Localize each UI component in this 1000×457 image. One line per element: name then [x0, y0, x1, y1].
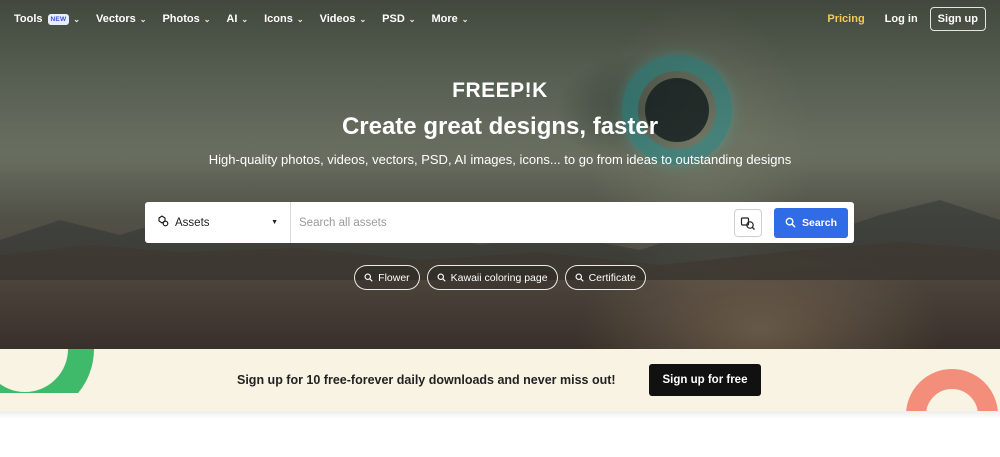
page: Tools NEW ⌄ Vectors ⌄ Photos ⌄ AI ⌄ Icon… [0, 0, 1000, 457]
chip-kawaii-coloring-page[interactable]: Kawaii coloring page [426, 265, 558, 290]
hero-subline: High-quality photos, videos, vectors, PS… [208, 152, 792, 167]
chevron-down-icon: ⌄ [203, 14, 211, 24]
image-search-button[interactable] [734, 208, 762, 237]
nav-item-label: AI [226, 13, 238, 25]
image-search-icon [740, 216, 755, 230]
nav-item-photos[interactable]: Photos ⌄ [162, 13, 210, 25]
nav-item-label: Videos [319, 13, 356, 25]
nav-item-more[interactable]: More ⌄ [431, 13, 468, 25]
chevron-down-icon: ⌄ [359, 14, 367, 24]
top-navbar: Tools NEW ⌄ Vectors ⌄ Photos ⌄ AI ⌄ Icon… [0, 0, 1000, 38]
asset-type-dropdown[interactable]: Assets ▼ [145, 202, 291, 243]
chevron-down-icon: ⌄ [408, 14, 416, 24]
search-icon [785, 217, 796, 228]
chip-label: Kawaii coloring page [450, 271, 548, 284]
new-badge: NEW [47, 13, 70, 25]
chip-label: Flower [378, 271, 410, 284]
hero-headline: Create great designs, faster [341, 113, 659, 140]
hero-section: Tools NEW ⌄ Vectors ⌄ Photos ⌄ AI ⌄ Icon… [0, 0, 1000, 349]
chip-label: Certificate [588, 271, 636, 284]
chevron-down-icon: ⌄ [461, 14, 469, 24]
pink-ring-decoration [906, 369, 998, 411]
search-icon [437, 273, 446, 282]
chevron-down-icon: ⌄ [241, 14, 249, 24]
hero-overlay [0, 0, 1000, 349]
suggestion-chips: Flower Kawaii coloring page Certificate [0, 265, 1000, 290]
search-icon [575, 273, 584, 282]
assets-icon [157, 215, 169, 230]
chevron-down-icon: ⌄ [296, 14, 304, 24]
signup-button[interactable]: Sign up [929, 7, 986, 31]
chevron-down-icon: ⌄ [73, 14, 80, 24]
asset-type-label: Assets [175, 216, 210, 229]
signup-banner: Sign up for 10 free-forever daily downlo… [0, 349, 1000, 411]
pricing-link[interactable]: Pricing [827, 13, 864, 25]
search-input[interactable] [291, 202, 734, 243]
section-divider [0, 411, 1000, 419]
signup-free-button[interactable]: Sign up for free [649, 364, 761, 396]
nav-actions: Pricing Log in Sign up [827, 7, 986, 31]
nav-item-vectors[interactable]: Vectors ⌄ [96, 13, 146, 25]
chip-flower[interactable]: Flower [354, 265, 420, 290]
nav-item-psd[interactable]: PSD ⌄ [382, 13, 415, 25]
caret-down-icon: ▼ [271, 219, 278, 226]
nav-item-ai[interactable]: AI ⌄ [226, 13, 248, 25]
freepik-logo[interactable]: FREEP!K [0, 79, 1000, 103]
search-bar: Assets ▼ Search [145, 202, 854, 243]
nav-item-icons[interactable]: Icons ⌄ [264, 13, 303, 25]
nav-item-label: More [431, 13, 458, 25]
chevron-down-icon: ⌄ [139, 14, 147, 24]
nav-menu: Tools NEW ⌄ Vectors ⌄ Photos ⌄ AI ⌄ Icon… [14, 13, 484, 25]
nav-item-label: Icons [264, 13, 293, 25]
nav-item-tools[interactable]: Tools NEW ⌄ [14, 13, 80, 25]
search-button[interactable]: Search [774, 207, 848, 238]
nav-item-label: Vectors [95, 13, 136, 25]
nav-item-label: PSD [382, 13, 405, 25]
nav-item-videos[interactable]: Videos ⌄ [320, 13, 367, 25]
banner-message: Sign up for 10 free-forever daily downlo… [237, 373, 616, 387]
search-icon [364, 273, 373, 282]
search-button-label: Search [801, 216, 838, 229]
nav-item-label: Photos [162, 13, 200, 25]
login-link[interactable]: Log in [885, 13, 918, 25]
green-ring-decoration [0, 349, 94, 393]
nav-item-label: Tools [14, 13, 43, 25]
chip-certificate[interactable]: Certificate [564, 265, 646, 290]
